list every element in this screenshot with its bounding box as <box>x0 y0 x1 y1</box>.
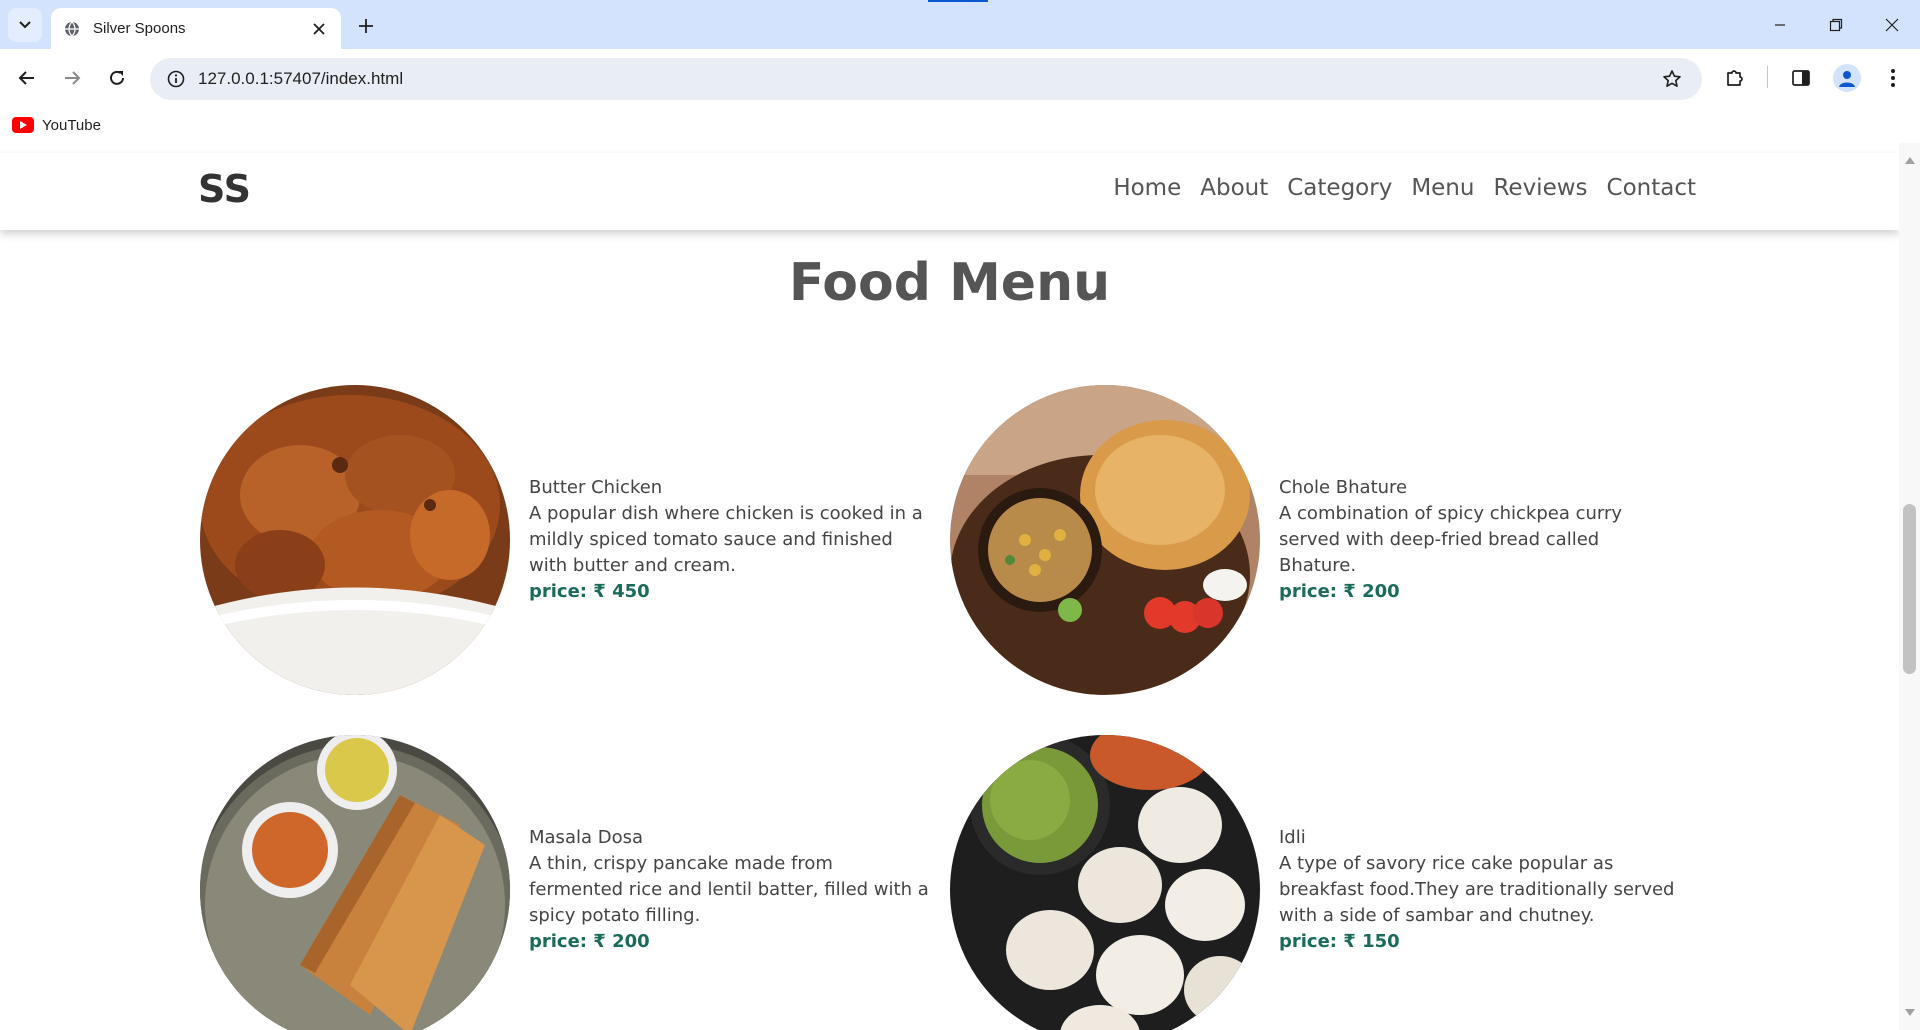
menu-item-idli: Idli A type of savory rice cake popular … <box>950 735 1700 1030</box>
food-price: price: ₹ 450 <box>529 581 650 602</box>
scroll-up-arrow-icon[interactable] <box>1905 157 1915 164</box>
menu-item-chole-bhature: Chole Bhature A combination of spicy chi… <box>950 385 1700 695</box>
nav-link-about[interactable]: About <box>1200 175 1268 201</box>
food-image-butter-chicken <box>200 385 510 695</box>
address-bar[interactable]: 127.0.0.1:57407/index.html <box>150 58 1702 100</box>
browser-menu-button[interactable] <box>1876 61 1910 95</box>
food-info: Chole Bhature A combination of spicy chi… <box>1279 475 1679 605</box>
url-text[interactable]: 127.0.0.1:57407/index.html <box>198 69 1650 89</box>
toolbar-divider <box>1767 66 1768 88</box>
food-description: A popular dish where chicken is cooked i… <box>529 503 923 576</box>
nav-link-menu[interactable]: Menu <box>1411 175 1474 201</box>
minimize-icon <box>1775 23 1785 26</box>
bookmark-youtube[interactable]: YouTube <box>12 112 101 138</box>
food-image-chole-bhature <box>950 385 1260 695</box>
person-icon <box>1839 71 1855 87</box>
site-nav: Home About Category Menu Reviews Contact <box>1113 175 1696 201</box>
tab-search-button[interactable] <box>8 8 42 42</box>
new-tab-button[interactable] <box>352 12 380 40</box>
browser-toolbar: 127.0.0.1:57407/index.html <box>0 49 1920 107</box>
food-price: price: ₹ 200 <box>1279 581 1400 602</box>
menu-item-masala-dosa: Masala Dosa A thin, crispy pancake made … <box>200 735 950 1030</box>
nav-link-contact[interactable]: Contact <box>1607 175 1696 201</box>
browser-tab-strip: Silver Spoons <box>0 0 1920 49</box>
side-panel-icon <box>1792 70 1810 86</box>
close-icon <box>1885 18 1899 31</box>
food-info: Butter Chicken A popular dish where chic… <box>529 475 929 605</box>
chevron-down-icon <box>19 21 31 29</box>
bookmarks-bar: YouTube <box>0 107 1920 143</box>
food-price: price: ₹ 200 <box>529 931 650 952</box>
reload-icon <box>110 70 124 85</box>
food-name: Masala Dosa <box>529 827 644 848</box>
food-name: Chole Bhature <box>1279 477 1408 498</box>
scroll-thumb[interactable] <box>1903 504 1916 674</box>
avatar <box>1833 64 1861 92</box>
food-description: A type of savory rice cake popular as br… <box>1279 853 1675 926</box>
food-name: Butter Chicken <box>529 477 663 498</box>
food-name: Idli <box>1279 827 1306 848</box>
youtube-icon <box>12 117 34 133</box>
more-vertical-icon <box>1891 69 1895 87</box>
side-panel-button[interactable] <box>1784 61 1818 95</box>
site-logo[interactable]: SS <box>198 167 251 211</box>
site-header: SS Home About Category Menu Reviews Cont… <box>0 153 1899 230</box>
plus-icon <box>359 19 373 33</box>
restore-icon <box>1829 18 1843 31</box>
page-scrollbar[interactable] <box>1899 143 1920 1030</box>
site-info-icon[interactable] <box>154 58 198 100</box>
forward-button[interactable] <box>55 61 89 95</box>
extensions-button[interactable] <box>1718 61 1752 95</box>
arrow-right-icon <box>65 71 81 85</box>
restore-button[interactable] <box>1808 0 1864 49</box>
close-window-button[interactable] <box>1864 0 1920 49</box>
food-image-masala-dosa <box>200 735 510 1030</box>
browser-tab[interactable]: Silver Spoons <box>51 8 341 49</box>
food-image-idli <box>950 735 1260 1030</box>
scroll-down-arrow-icon[interactable] <box>1905 1009 1915 1016</box>
puzzle-icon <box>1727 70 1743 86</box>
food-price: price: ₹ 150 <box>1279 931 1400 952</box>
page-viewport: SS Home About Category Menu Reviews Cont… <box>0 143 1899 1030</box>
food-description: A thin, crispy pancake made from ferment… <box>529 853 929 926</box>
globe-icon <box>63 20 81 38</box>
nav-link-reviews[interactable]: Reviews <box>1493 175 1587 201</box>
food-description: A combination of spicy chickpea curry se… <box>1279 503 1623 576</box>
arrow-left-icon <box>18 71 34 85</box>
close-tab-icon[interactable] <box>309 19 329 39</box>
reload-button[interactable] <box>100 61 134 95</box>
back-button[interactable] <box>10 61 44 95</box>
tab-title: Silver Spoons <box>93 20 186 37</box>
nav-link-home[interactable]: Home <box>1113 175 1181 201</box>
bookmark-label: YouTube <box>42 116 101 134</box>
section-title: Food Menu <box>788 253 1111 313</box>
food-info: Idli A type of savory rice cake popular … <box>1279 825 1679 955</box>
profile-button[interactable] <box>1830 61 1864 95</box>
bookmark-star-icon[interactable] <box>1650 58 1694 100</box>
food-info: Masala Dosa A thin, crispy pancake made … <box>529 825 929 955</box>
nav-link-category[interactable]: Category <box>1287 175 1392 201</box>
menu-item-butter-chicken: Butter Chicken A popular dish where chic… <box>200 385 950 695</box>
minimize-button[interactable] <box>1752 0 1808 49</box>
tab-indicator <box>928 0 988 2</box>
